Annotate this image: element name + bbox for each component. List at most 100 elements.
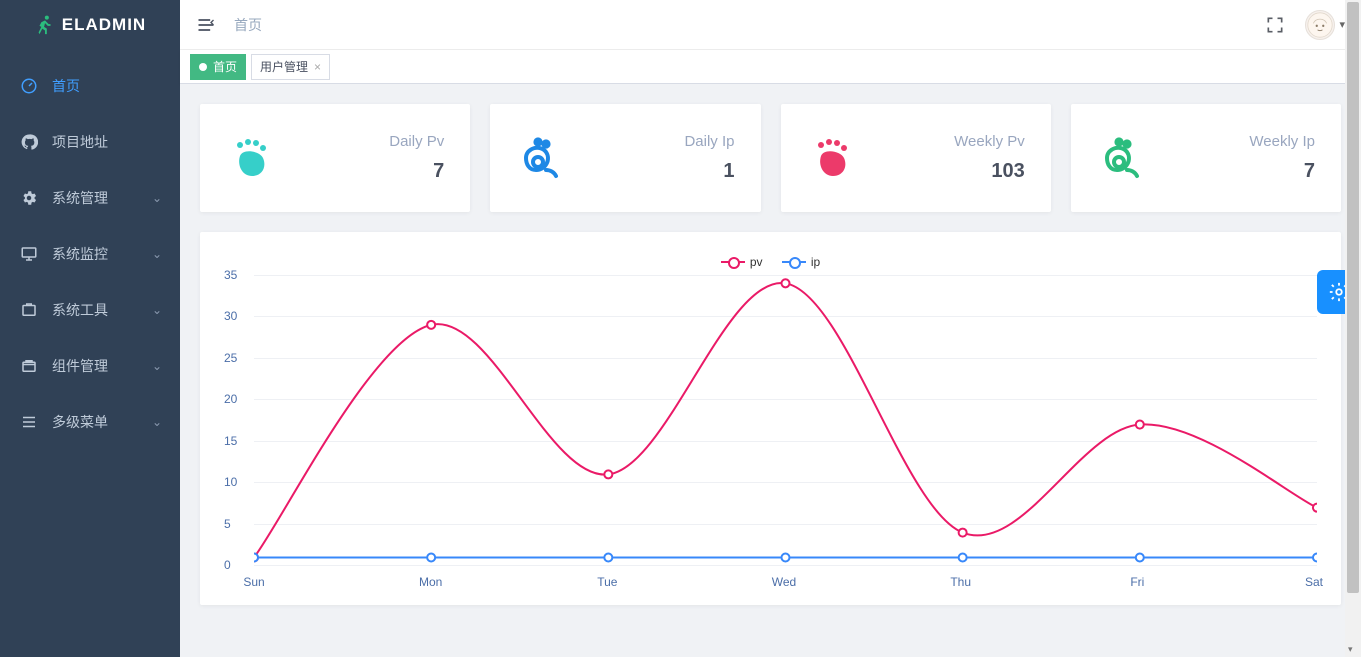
monitor-icon (20, 245, 38, 263)
main-area: 首页 ▾ 首页用户管理× Daily Pv7Daily Ip1Weekly Pv… (180, 0, 1361, 657)
y-tick: 35 (224, 268, 237, 282)
sidebar-item-gear[interactable]: 系统管理 ⌄ (0, 170, 180, 226)
stat-label: Weekly Pv (954, 133, 1025, 150)
stat-value: 1 (684, 160, 734, 183)
data-point[interactable] (1136, 421, 1144, 429)
chart-legend: pv ip (224, 252, 1317, 269)
stat-value: 7 (389, 160, 444, 183)
vertical-scrollbar[interactable]: ▴ ▾ (1345, 0, 1361, 657)
data-point[interactable] (1136, 553, 1144, 561)
data-point[interactable] (781, 553, 789, 561)
data-point[interactable] (604, 553, 612, 561)
x-tick: Mon (419, 575, 442, 589)
spiral-icon (516, 134, 564, 182)
chevron-down-icon: ⌄ (152, 247, 162, 261)
user-menu[interactable]: ▾ (1305, 10, 1345, 40)
data-point[interactable] (959, 529, 967, 537)
chevron-down-icon: ⌄ (152, 303, 162, 317)
y-tick: 30 (224, 309, 237, 323)
sidebar-item-monitor[interactable]: 系统监控 ⌄ (0, 226, 180, 282)
sidebar-item-label: 组件管理 (52, 356, 108, 376)
tabs-bar: 首页 用户管理 × (180, 50, 1361, 84)
chevron-down-icon: ⌄ (152, 191, 162, 205)
tools-icon (20, 301, 38, 319)
breadcrumb: 首页 (234, 15, 262, 35)
data-point[interactable] (1313, 553, 1317, 561)
sidebar-item-label: 系统管理 (52, 188, 108, 208)
y-tick: 25 (224, 351, 237, 365)
legend-ip[interactable]: ip (782, 255, 820, 269)
chart-svg (254, 275, 1317, 566)
tab-label: 首页 (213, 58, 237, 75)
brand-text: ELADMIN (62, 15, 146, 35)
x-tick: Sun (243, 575, 264, 589)
y-tick: 0 (224, 558, 231, 572)
chevron-down-icon: ⌄ (152, 359, 162, 373)
sidebar-item-github[interactable]: 项目地址 (0, 114, 180, 170)
x-tick: Thu (950, 575, 971, 589)
stat-label: Weekly Ip (1249, 133, 1315, 150)
component-icon (20, 357, 38, 375)
brand-logo: ELADMIN (0, 0, 180, 50)
foot-icon (807, 134, 855, 182)
legend-pv[interactable]: pv (721, 255, 763, 269)
sidebar-item-label: 系统工具 (52, 300, 108, 320)
y-tick: 5 (224, 517, 231, 531)
github-icon (20, 133, 38, 151)
hamburger-icon[interactable] (196, 15, 216, 35)
data-point[interactable] (254, 553, 258, 561)
dashboard-icon (20, 77, 38, 95)
sidebar: ELADMIN 首页项目地址系统管理 ⌄ 系统监控 ⌄ 系统工具 ⌄ 组件管理 ⌄ 多级菜单 ⌄ (0, 0, 180, 657)
chevron-down-icon: ⌄ (152, 415, 162, 429)
data-point[interactable] (781, 279, 789, 287)
scrollbar-thumb[interactable] (1347, 2, 1359, 593)
data-point[interactable] (1313, 504, 1317, 512)
foot-icon (226, 134, 274, 182)
sidebar-item-label: 首页 (52, 76, 80, 96)
chart: 05101520253035SunMonTueWedThuFriSat (224, 275, 1317, 585)
sidebar-item-dashboard[interactable]: 首页 (0, 58, 180, 114)
series-pv (254, 283, 1317, 558)
data-point[interactable] (427, 553, 435, 561)
tab-用户管理[interactable]: 用户管理 × (251, 54, 330, 80)
stat-card-weekly-ip[interactable]: Weekly Ip 7 (1071, 104, 1341, 212)
sidebar-item-list[interactable]: 多级菜单 ⌄ (0, 394, 180, 450)
sidebar-item-component[interactable]: 组件管理 ⌄ (0, 338, 180, 394)
tab-首页[interactable]: 首页 (190, 54, 246, 80)
sidebar-menu: 首页项目地址系统管理 ⌄ 系统监控 ⌄ 系统工具 ⌄ 组件管理 ⌄ 多级菜单 ⌄ (0, 50, 180, 450)
topbar: 首页 ▾ (180, 0, 1361, 50)
tab-label: 用户管理 (260, 58, 308, 75)
stat-label: Daily Pv (389, 133, 444, 150)
chart-card: pv ip 0 5 10 15 20 25 30 35 Sun Mon Tue Wed Thu Fri Sa… (200, 232, 1341, 605)
runner-icon (34, 14, 56, 36)
stat-label: Daily Ip (684, 133, 734, 150)
avatar (1305, 10, 1335, 40)
y-tick: 15 (224, 434, 237, 448)
spiral-icon (1097, 134, 1145, 182)
sidebar-item-label: 项目地址 (52, 132, 108, 152)
sidebar-item-label: 系统监控 (52, 244, 108, 264)
stat-card-weekly-pv[interactable]: Weekly Pv 103 (781, 104, 1051, 212)
x-tick: Tue (597, 575, 617, 589)
x-tick: Sat (1305, 575, 1323, 589)
data-point[interactable] (959, 553, 967, 561)
x-tick: Wed (772, 575, 796, 589)
scroll-down-icon[interactable]: ▾ (1348, 644, 1353, 655)
gear-icon (20, 189, 38, 207)
y-tick: 20 (224, 392, 237, 406)
data-point[interactable] (427, 321, 435, 329)
stat-cards: Daily Pv 7 Daily Ip 1 Weekly Pv 103 Weekly Ip 7 (200, 104, 1341, 212)
data-point[interactable] (604, 470, 612, 478)
stat-card-daily-ip[interactable]: Daily Ip 1 (490, 104, 760, 212)
stat-value: 7 (1249, 160, 1315, 183)
y-tick: 10 (224, 475, 237, 489)
x-tick: Fri (1130, 575, 1144, 589)
sidebar-item-label: 多级菜单 (52, 412, 108, 432)
stat-card-daily-pv[interactable]: Daily Pv 7 (200, 104, 470, 212)
content: Daily Pv 7 Daily Ip 1 Weekly Pv 103 Weekly Ip 7… (180, 84, 1361, 657)
sidebar-item-tools[interactable]: 系统工具 ⌄ (0, 282, 180, 338)
fullscreen-icon[interactable] (1265, 15, 1285, 35)
stat-value: 103 (954, 160, 1025, 183)
close-icon[interactable]: × (314, 60, 321, 74)
avatar-icon (1307, 12, 1333, 38)
